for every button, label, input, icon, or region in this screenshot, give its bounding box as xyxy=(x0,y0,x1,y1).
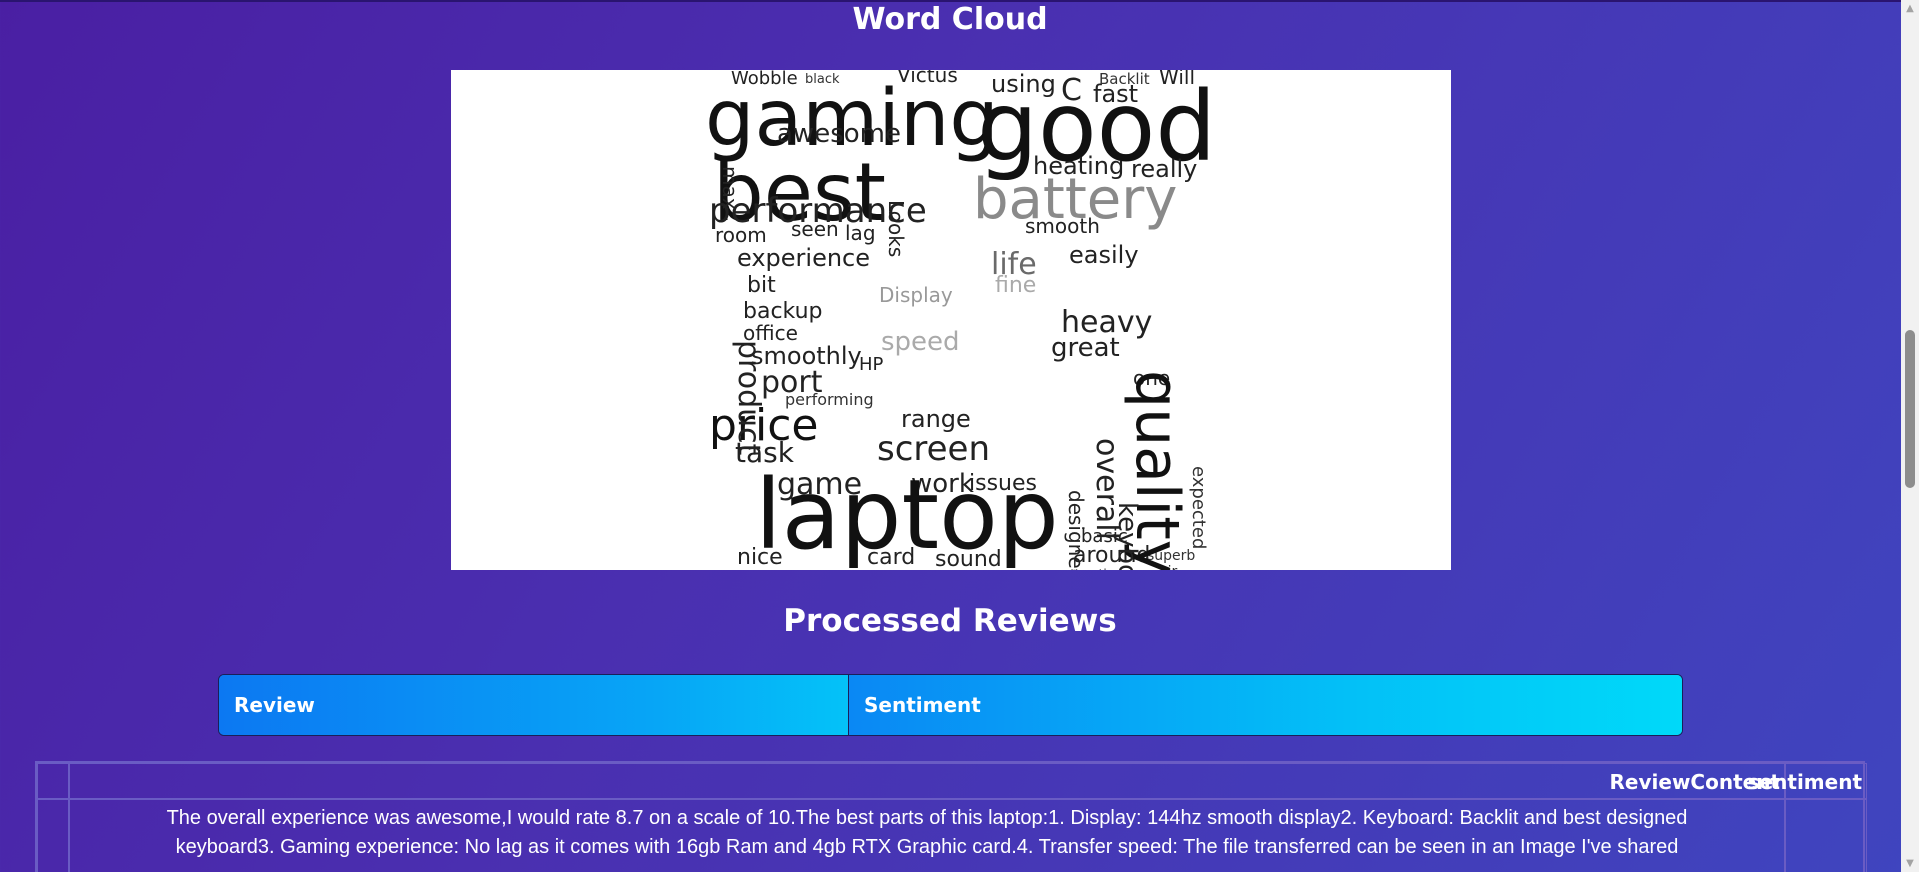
row-index-cell xyxy=(37,799,69,872)
table-row: The overall experience was awesome,I wou… xyxy=(37,799,1867,872)
word-cloud-word: keyboard xyxy=(1112,502,1142,570)
word-cloud-word: fine xyxy=(995,273,1036,298)
word-cloud-word: black xyxy=(805,72,840,87)
table-header-row: ReviewContent sentiment xyxy=(37,763,1867,799)
review-text-line-2: keyboard3. Gaming experience: No lag as … xyxy=(175,836,1679,858)
word-cloud-word: really xyxy=(1131,155,1197,183)
word-cloud-image: gaming good best battery performance awesome V… xyxy=(451,70,1451,570)
word-cloud-word: great xyxy=(1051,333,1120,363)
sentiment-column-header[interactable]: Sentiment xyxy=(849,675,1682,735)
word-cloud-word: sound xyxy=(935,547,1002,570)
reviews-header-table: Review Sentiment xyxy=(218,674,1683,736)
word-cloud-word: max xyxy=(718,166,742,210)
word-cloud-word: experience xyxy=(737,244,870,272)
review-text[interactable]: The overall experience was awesome,I wou… xyxy=(74,804,1780,862)
word-cloud-word: Backlit xyxy=(1099,70,1150,88)
word-cloud-word: Victus xyxy=(897,70,958,87)
index-header-cell xyxy=(37,763,69,799)
word-cloud-word: seen xyxy=(791,217,839,241)
sentiment-header-label: sentiment xyxy=(1747,770,1862,794)
review-column-header[interactable]: Review xyxy=(219,675,849,735)
word-cloud-word: product xyxy=(731,340,766,456)
word-cloud-word: HP xyxy=(859,354,884,375)
word-cloud-word: Wobble xyxy=(731,70,798,89)
scroll-up-arrow-icon[interactable]: ▲ xyxy=(1901,0,1919,17)
word-cloud-word: Will xyxy=(1159,70,1195,89)
review-content-header-cell: ReviewContent xyxy=(69,763,1785,799)
review-text-line-1: The overall experience was awesome,I wou… xyxy=(166,807,1688,829)
word-cloud-word: smooth xyxy=(1025,214,1100,238)
word-cloud-word: speed xyxy=(881,327,960,357)
word-cloud-word: lag xyxy=(845,221,876,245)
word-cloud-word: heating xyxy=(1033,152,1124,180)
word-cloud-word: bit xyxy=(747,273,776,298)
word-cloud-word: awesome xyxy=(777,119,901,149)
word-cloud-word: easily xyxy=(1069,241,1139,269)
scroll-down-arrow-icon[interactable]: ▼ xyxy=(1901,855,1919,872)
word-cloud-title: Word Cloud xyxy=(852,2,1048,37)
word-cloud-word: using xyxy=(991,70,1056,98)
reviews-data-table: ReviewContent sentiment The overall expe… xyxy=(35,761,1867,872)
word-cloud-canvas: gaminggoodbest batteryperformanceawesomeV… xyxy=(705,70,1216,570)
word-cloud-word: C xyxy=(1061,73,1082,108)
sentiment-cell xyxy=(1785,799,1867,872)
word-cloud-word: Display xyxy=(879,283,953,307)
word-cloud-word: designed xyxy=(1064,490,1088,570)
word-cloud-word: Looks xyxy=(884,200,908,257)
word-cloud-word: expected xyxy=(1188,466,1209,549)
word-cloud-word: nice xyxy=(737,545,783,570)
sentiment-header-cell: sentiment xyxy=(1748,763,1867,799)
review-content-cell: The overall experience was awesome,I wou… xyxy=(69,799,1785,872)
processed-reviews-title: Processed Reviews xyxy=(783,603,1117,639)
vertical-scrollbar[interactable]: ▲ ▼ xyxy=(1901,0,1919,872)
word-cloud-word: card xyxy=(867,545,915,570)
scrollbar-thumb[interactable] xyxy=(1905,330,1915,488)
